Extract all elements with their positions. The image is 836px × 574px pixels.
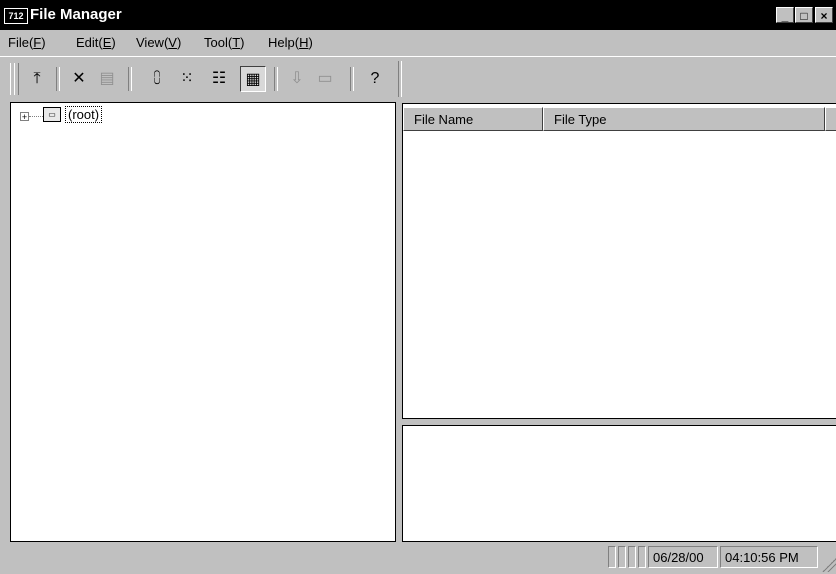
close-button[interactable]: ×	[815, 7, 833, 23]
help-icon[interactable]: ?	[362, 66, 388, 92]
menu-view-close: )	[176, 35, 182, 50]
delete-icon[interactable]: ✕	[66, 66, 92, 92]
file-list[interactable]: File Name File Type	[402, 103, 836, 419]
folder-tree[interactable]: + ▭ (root)	[10, 102, 396, 542]
status-bar: 06/28/00 04:10:56 PM	[0, 544, 836, 574]
expand-icon[interactable]: +	[20, 112, 29, 122]
app-icon: 712	[4, 8, 28, 24]
column-header-extra[interactable]	[825, 107, 836, 131]
up-folder-icon[interactable]: ⤒	[24, 66, 50, 92]
menu-edit-close: )	[111, 35, 116, 50]
menu-view-key: V	[168, 35, 177, 50]
window-title: File Manager	[30, 6, 122, 23]
menu-view-label: View(	[136, 35, 169, 50]
status-cell-1	[608, 546, 616, 568]
status-cell-3	[628, 546, 636, 568]
detail-pane[interactable]	[402, 425, 836, 542]
menu-file-close: )	[41, 35, 46, 50]
resize-grip-icon[interactable]	[822, 558, 836, 572]
menu-tool-label: Tool(	[204, 35, 233, 50]
status-time: 04:10:56 PM	[720, 546, 818, 568]
status-date: 06/28/00	[648, 546, 718, 568]
toolbar-separator	[56, 67, 60, 91]
menu-edit-label: Edit(	[76, 35, 103, 50]
column-header-file-type[interactable]: File Type	[543, 107, 825, 131]
toolbar: ⤒ ✕ ▤ ⩇ ⁙ ☷ ▦ ⇩ ▭ ?	[0, 56, 836, 101]
menu-help-close: )	[308, 35, 313, 50]
tree-connector	[29, 116, 43, 117]
menu-help[interactable]: Help(H)	[268, 35, 313, 50]
toolbar-grip-2[interactable]	[14, 63, 19, 95]
large-icons-icon[interactable]: ⩇	[144, 66, 170, 92]
menu-tool[interactable]: Tool(T)	[204, 35, 244, 50]
menu-tool-key: T	[232, 35, 241, 50]
maximize-button[interactable]: □	[795, 7, 813, 23]
menu-help-label: Help(	[268, 35, 300, 50]
menu-view[interactable]: View(V)	[136, 35, 181, 50]
status-cell-2	[618, 546, 626, 568]
comment-icon[interactable]: ▭	[312, 66, 338, 92]
toolbar-separator	[350, 67, 354, 91]
title-bar: 712 File Manager _ □ ×	[0, 0, 836, 30]
toolbar-divider	[398, 61, 402, 97]
import-icon[interactable]: ⇩	[284, 66, 310, 92]
minimize-button[interactable]: _	[776, 7, 794, 23]
status-cell-4	[638, 546, 646, 568]
toolbar-separator	[274, 67, 278, 91]
list-view-icon[interactable]: ☷	[206, 66, 232, 92]
menu-edit[interactable]: Edit(E)	[76, 35, 116, 50]
menu-file-label: File(	[8, 35, 34, 50]
menu-file[interactable]: File(F)	[8, 35, 46, 50]
properties-icon[interactable]: ▤	[94, 66, 120, 92]
column-header-file-name[interactable]: File Name	[403, 107, 543, 131]
menu-tool-close: )	[240, 35, 245, 50]
small-icons-icon[interactable]: ⁙	[174, 66, 200, 92]
toolbar-separator	[128, 67, 132, 91]
tree-item-root[interactable]: (root)	[65, 106, 103, 123]
details-view-icon[interactable]: ▦	[240, 66, 266, 92]
menu-bar: File(F) Edit(E) View(V) Tool(T) Help(H)	[0, 30, 836, 56]
root-folder-icon[interactable]: ▭	[43, 107, 61, 122]
